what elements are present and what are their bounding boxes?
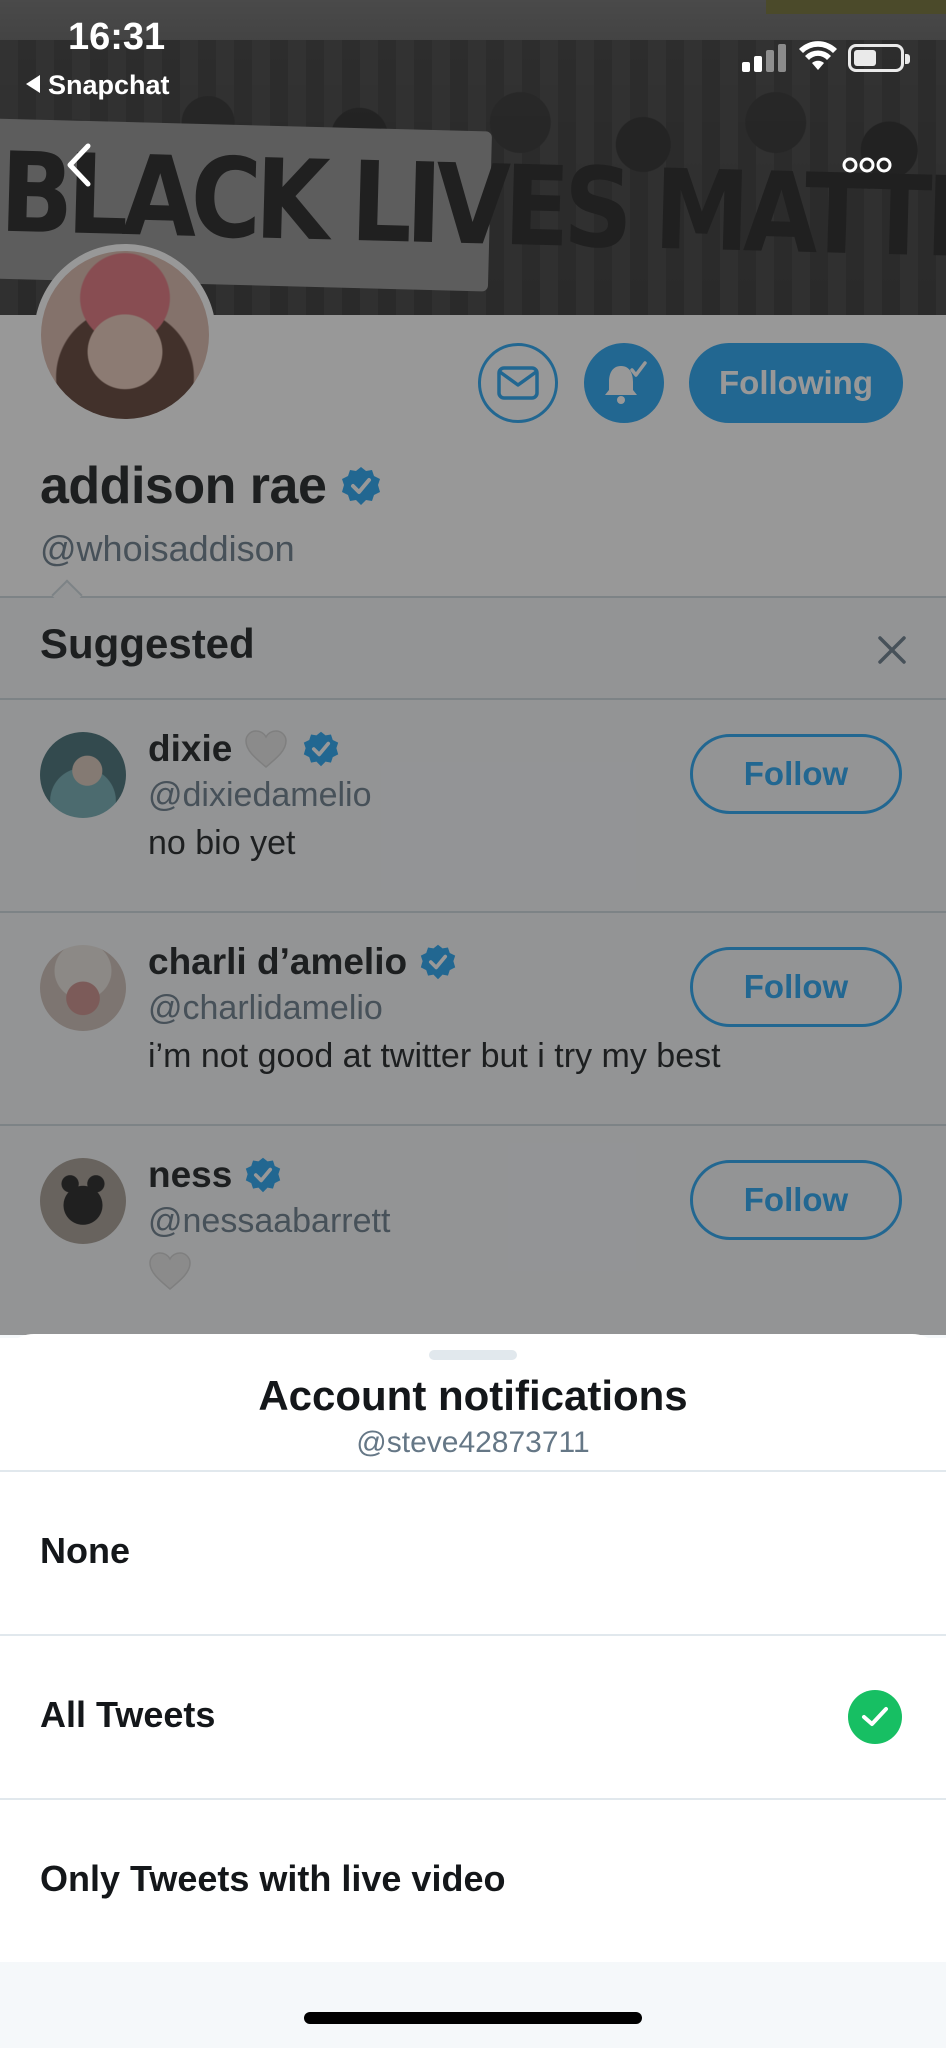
sheet-grabber-handle[interactable] (429, 1350, 517, 1360)
notification-option-none[interactable]: None (0, 1472, 946, 1634)
home-indicator[interactable] (304, 2012, 642, 2024)
battery-icon (848, 44, 910, 72)
sheet-title: Account notifications (258, 1372, 688, 1419)
more-options-icon[interactable] (842, 150, 892, 180)
account-notifications-sheet: Account notifications @steve42873711 Non… (0, 1334, 946, 2048)
status-time: 16:31 (68, 16, 166, 58)
cell-signal-icon (742, 44, 786, 72)
back-app-label: Snapchat (48, 70, 170, 100)
back-triangle-icon (26, 75, 40, 93)
checkmark-glyph (862, 1707, 888, 1726)
back-chevron-icon[interactable] (60, 140, 100, 190)
sheet-subtitle: @steve42873711 (356, 1426, 590, 1459)
option-label: Only Tweets with live video (40, 1858, 506, 1899)
option-label: None (40, 1530, 130, 1571)
notification-option-all-tweets[interactable]: All Tweets (0, 1636, 946, 1798)
twitter-profile-screen: BLACK LIVES MATTER. 16:31 Snapchat Follo… (0, 0, 946, 2048)
status-bar: 16:31 Snapchat (0, 0, 946, 110)
selected-check-icon (848, 1690, 902, 1744)
option-label: All Tweets (40, 1694, 216, 1735)
wifi-icon (799, 41, 837, 70)
notification-option-live-video[interactable]: Only Tweets with live video (0, 1800, 946, 1962)
back-to-app-link[interactable]: Snapchat (26, 70, 170, 101)
sheet-footer (0, 1962, 946, 2048)
modal-backdrop[interactable] (0, 0, 946, 1335)
